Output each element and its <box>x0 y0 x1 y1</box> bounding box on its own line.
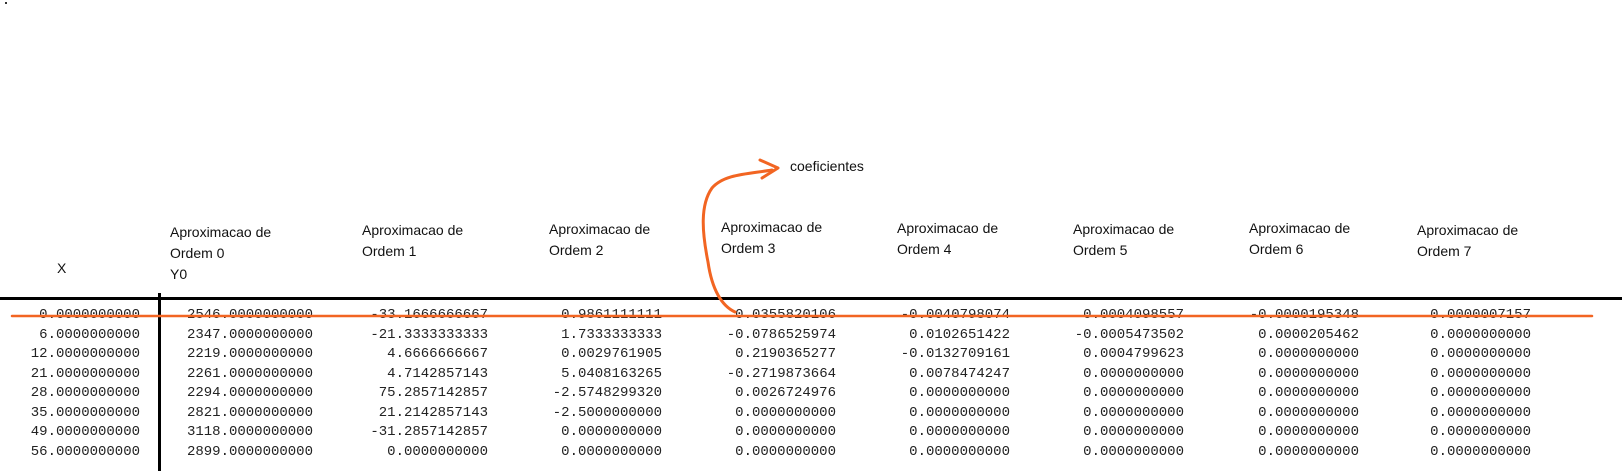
curved-arrow-line <box>701 168 774 314</box>
annotation-overlay <box>10 158 1594 318</box>
coefficients-label: coeficientes <box>790 158 864 174</box>
first-row-underline <box>10 312 1594 318</box>
